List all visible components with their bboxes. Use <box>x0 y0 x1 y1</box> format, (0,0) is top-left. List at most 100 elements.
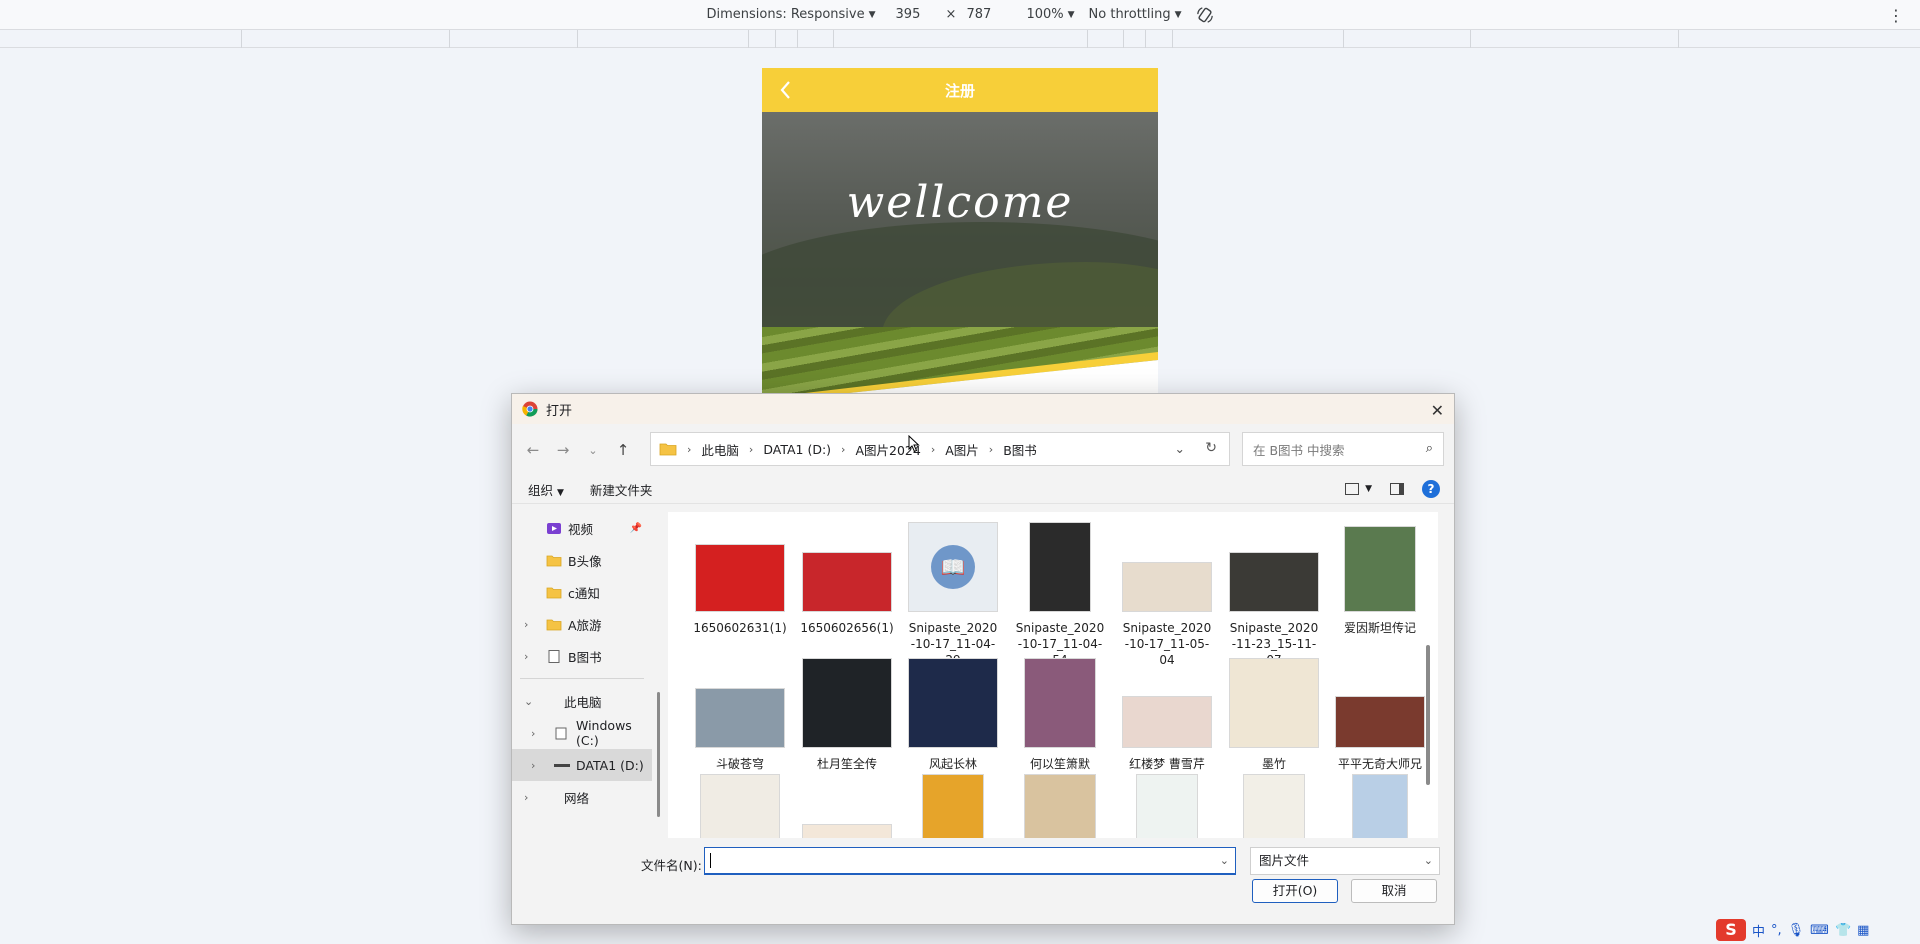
file-item[interactable] <box>1222 774 1326 838</box>
file-item[interactable] <box>1008 774 1112 838</box>
toolbox-icon[interactable]: ▦ <box>1857 923 1869 938</box>
file-item[interactable]: Snipaste_2020-10-17_11-05-04 <box>1115 562 1219 668</box>
file-thumbnail <box>1029 522 1091 612</box>
sidebar-item[interactable]: ⌄ 此电脑 <box>512 685 652 717</box>
file-item[interactable]: 1650602631(1) <box>688 544 792 636</box>
chevron-right-icon[interactable]: › <box>531 727 535 740</box>
recent-dropdown-icon[interactable]: ⌄ <box>578 444 608 457</box>
dropdown-arrow-icon: ▼ <box>1174 9 1182 20</box>
sidebar-item[interactable]: c通知 <box>512 576 652 608</box>
file-item[interactable]: 爱因斯坦传记 <box>1328 526 1432 636</box>
file-thumbnail <box>1024 658 1096 748</box>
file-name: 1650602631(1) <box>693 621 787 635</box>
pin-icon: 📌 <box>629 522 642 534</box>
chevron-right-icon[interactable]: › <box>524 618 528 631</box>
file-thumbnail <box>802 658 892 748</box>
skin-icon[interactable]: 👕 <box>1835 923 1851 938</box>
file-item[interactable]: 红楼梦 曹雪芹 <box>1115 696 1219 772</box>
file-thumbnail <box>700 774 780 838</box>
breadcrumb-item[interactable]: B图书 <box>1003 440 1037 459</box>
help-icon[interactable]: ? <box>1422 480 1440 498</box>
organize-button[interactable]: 组织 ▼ <box>528 480 564 499</box>
sidebar-item[interactable]: 视频 📌 <box>512 512 652 544</box>
microphone-icon[interactable]: 🎙 <box>1788 923 1805 938</box>
more-options-icon[interactable]: ⋮ <box>1888 6 1904 25</box>
address-bar[interactable]: › 此电脑 › DATA1 (D:) › A图片2024 › A图片 › B图书… <box>650 432 1230 466</box>
punctuation-icon[interactable]: °, <box>1771 923 1782 938</box>
breadcrumb-item[interactable]: A图片 <box>945 440 979 459</box>
filename-label: 文件名(N): <box>641 858 702 873</box>
file-item[interactable]: Snipaste_2020-10-17_11-04-54 <box>1008 522 1112 668</box>
back-icon[interactable]: ← <box>518 441 548 459</box>
file-item[interactable]: 墨竹 <box>1222 658 1326 772</box>
chevron-right-icon[interactable]: › <box>524 650 528 663</box>
file-name: 斗破苍穹 <box>715 757 764 771</box>
chevron-right-icon: › <box>748 442 754 456</box>
chevron-right-icon: › <box>988 442 994 456</box>
file-item[interactable] <box>901 774 1005 838</box>
close-icon[interactable]: ✕ <box>1431 401 1444 420</box>
file-item[interactable]: 杜月笙全传 <box>795 658 899 772</box>
zoom-select[interactable]: 100% ▼ <box>1026 7 1074 22</box>
sidebar-item-label: 此电脑 <box>564 694 602 710</box>
chevron-down-icon[interactable]: ⌄ <box>1175 441 1185 456</box>
sidebar-scrollbar[interactable] <box>657 512 661 838</box>
file-name: 爱因斯坦传记 <box>1343 621 1416 635</box>
file-item[interactable]: 📖Snipaste_2020-10-17_11-04-29 <box>901 522 1005 668</box>
devtools-toolbar: Dimensions: Responsive ▼ 395 × 787 100% … <box>0 0 1920 30</box>
file-item[interactable] <box>688 774 792 838</box>
file-item[interactable]: 斗破苍穹 <box>688 688 792 772</box>
chevron-down-icon[interactable]: ⌄ <box>1220 854 1229 867</box>
up-arrow-icon[interactable]: ↑ <box>608 441 638 459</box>
file-item[interactable]: 1650602656(1) <box>795 552 899 636</box>
new-folder-button[interactable]: 新建文件夹 <box>590 480 653 499</box>
file-item[interactable] <box>1328 774 1432 838</box>
file-item[interactable] <box>1115 774 1219 838</box>
filetype-select[interactable]: 图片文件 ⌄ <box>1250 847 1440 875</box>
width-input[interactable]: 395 <box>890 7 942 22</box>
height-input[interactable]: 787 <box>960 7 1012 22</box>
throttle-select[interactable]: No throttling ▼ <box>1089 7 1182 22</box>
keyboard-icon[interactable]: ⌨ <box>1810 923 1829 938</box>
folder-icon <box>659 443 677 456</box>
throttle-label: No throttling <box>1088 7 1171 22</box>
sidebar-item[interactable]: B头像 <box>512 544 652 576</box>
file-thumbnail <box>1122 562 1212 612</box>
file-item[interactable]: 平平无奇大师兄 <box>1328 696 1432 772</box>
sidebar-item[interactable]: › A旅游 <box>512 608 652 640</box>
sidebar-item[interactable]: › 网络 <box>512 781 652 813</box>
ime-mode[interactable]: 中 <box>1752 921 1765 940</box>
open-button[interactable]: 打开(O) <box>1252 879 1338 903</box>
file-item[interactable]: Snipaste_2020-11-23_15-11-07 <box>1222 552 1326 668</box>
view-options-button[interactable]: ▼ <box>1345 483 1372 495</box>
rotate-icon[interactable] <box>1196 6 1214 24</box>
filename-input[interactable]: ⌄ <box>704 847 1236 875</box>
chevron-right-icon[interactable]: › <box>524 791 528 804</box>
file-item[interactable]: 何以笙箫默 <box>1008 658 1112 772</box>
drive-icon <box>554 727 576 740</box>
breadcrumb-item[interactable]: DATA1 (D:) <box>763 442 831 457</box>
file-thumbnail <box>908 658 998 748</box>
file-thumbnail <box>1344 526 1416 612</box>
cancel-button[interactable]: 取消 <box>1351 879 1437 903</box>
file-item[interactable] <box>795 774 899 838</box>
sidebar-divider <box>520 678 644 679</box>
dimensions-select[interactable]: Dimensions: Responsive ▼ <box>706 7 875 22</box>
sidebar-item-label: 网络 <box>564 790 590 806</box>
breadcrumb-item[interactable]: 此电脑 <box>701 440 739 459</box>
file-thumbnail <box>695 544 785 612</box>
back-arrow-icon[interactable] <box>774 78 798 102</box>
sidebar-item[interactable]: › Windows (C:) <box>512 717 652 749</box>
search-input[interactable]: 在 B图书 中搜索 ⌕ <box>1242 432 1444 466</box>
chevron-down-icon[interactable]: ⌄ <box>524 695 533 708</box>
chevron-right-icon[interactable]: › <box>531 759 535 772</box>
file-item[interactable]: 风起长林 <box>901 658 1005 772</box>
forward-icon[interactable]: → <box>548 441 578 459</box>
chevron-right-icon: › <box>841 442 846 456</box>
sidebar-item[interactable]: › DATA1 (D:) <box>512 749 652 781</box>
refresh-icon[interactable]: ↻ <box>1205 440 1217 456</box>
sogou-logo-icon[interactable]: S <box>1716 919 1746 941</box>
sidebar-item[interactable]: › B图书 <box>512 640 652 672</box>
preview-pane-icon[interactable] <box>1390 483 1404 495</box>
file-thumbnail: 📖 <box>908 522 998 612</box>
